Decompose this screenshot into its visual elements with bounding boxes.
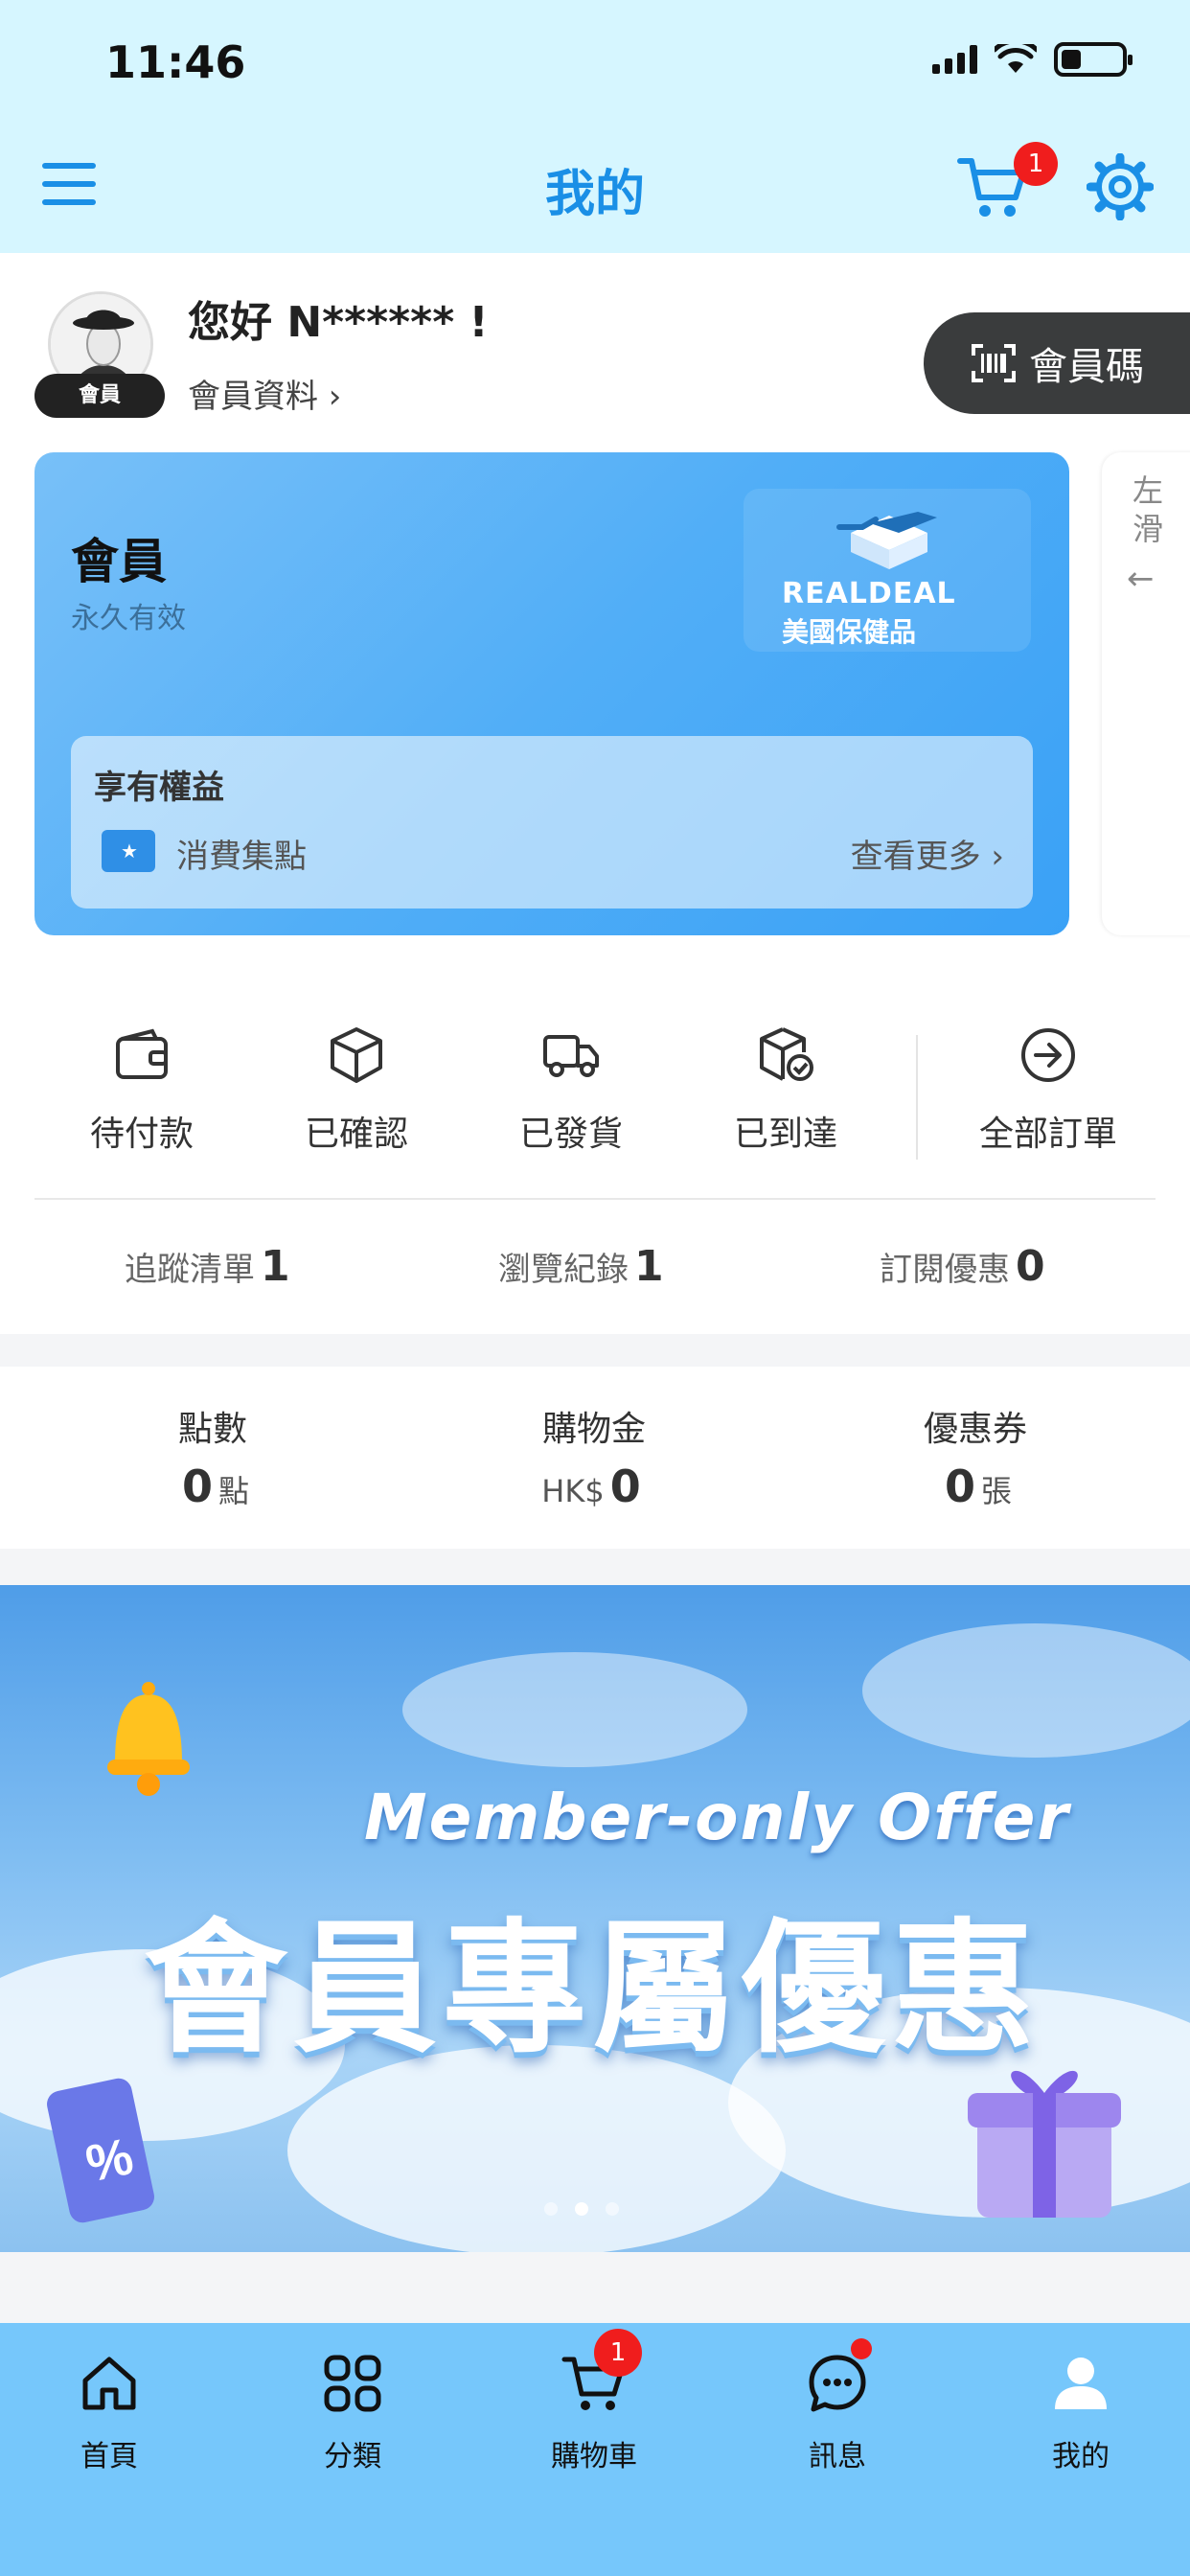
banner-title-en: Member-only Offer <box>364 1781 1070 1854</box>
benefits-title: 享有權益 <box>94 769 224 807</box>
box-icon <box>331 1027 382 1083</box>
stat-value: 1 <box>634 1242 664 1291</box>
promo-banner[interactable]: % Member-only Offer 會員專屬優惠 <box>0 1585 1190 2252</box>
airplane-box-icon <box>836 512 937 569</box>
swipe-hint: 左滑 <box>1132 472 1163 547</box>
asset-title: 購物金 <box>541 1410 646 1449</box>
member-card[interactable]: 會員 永久有效 REALDEAL 美國保健品 享有權益 ★ 消費集點 查看更多 … <box>34 452 1069 935</box>
brand-subtitle: 美國保健品 <box>782 616 917 648</box>
home-icon <box>82 2357 136 2410</box>
tab-label: 訊息 <box>809 2440 866 2473</box>
orders-section: 待付款 已確認 已發貨 已到達 全部訂單 追蹤清單 1 瀏覽紀錄 1 訂閱優惠 … <box>0 943 1190 1334</box>
message-unread-dot <box>851 2338 872 2359</box>
order-shipped[interactable]: 已發貨 <box>475 1024 667 1156</box>
brand-name: REALDEAL <box>782 577 956 610</box>
member-tag: 會員 <box>34 374 165 418</box>
stat-subscriptions[interactable]: 訂閱優惠 0 <box>880 1242 1045 1291</box>
view-more-link[interactable]: 查看更多 › <box>851 830 1004 877</box>
order-all[interactable]: 全部訂單 <box>952 1024 1144 1156</box>
status-icons <box>932 42 1133 77</box>
top-header: 11:46 我的 1 <box>0 0 1190 253</box>
order-confirmed[interactable]: 已確認 <box>261 1024 452 1156</box>
wallet-icon <box>116 1028 168 1079</box>
asset-coupons[interactable]: 優惠券 0張 <box>832 1401 1119 1512</box>
coupon-tag-icon: % <box>47 2078 154 2223</box>
tab-categories[interactable]: 分類 <box>276 2350 429 2474</box>
card-validity: 永久有效 <box>71 602 186 635</box>
box-check-icon <box>760 1027 813 1081</box>
order-label: 已發貨 <box>518 1115 623 1154</box>
divider <box>34 1198 1156 1200</box>
asset-title: 點數 <box>177 1410 247 1449</box>
asset-unit: 點 <box>218 1473 250 1509</box>
banner-pager <box>544 2202 619 2216</box>
asset-credit[interactable]: 購物金 HK$ 0 <box>450 1401 738 1512</box>
asset-value: 0 <box>944 1460 975 1512</box>
tab-label: 首頁 <box>80 2440 138 2473</box>
pager-dot-active <box>575 2202 588 2216</box>
cart-tab-badge: 1 <box>594 2329 642 2377</box>
tab-home[interactable]: 首頁 <box>33 2350 186 2474</box>
order-label: 待付款 <box>89 1115 194 1154</box>
stat-value: 0 <box>1016 1242 1045 1291</box>
benefits-panel: 享有權益 ★ 消費集點 查看更多 › <box>71 736 1033 908</box>
asset-value: 0 <box>181 1460 213 1512</box>
brand-logo: REALDEAL 美國保健品 <box>744 489 1031 652</box>
asset-points[interactable]: 點數 0點 <box>69 1401 356 1512</box>
bell-icon <box>107 1682 190 1796</box>
banner-title-zh: 會員專屬優惠 <box>144 1906 1041 2073</box>
wifi-icon <box>995 44 1037 73</box>
cloud-shape <box>402 1652 747 1767</box>
order-arrived[interactable]: 已到達 <box>690 1024 881 1156</box>
benefit-points-item: 消費集點 <box>176 838 307 876</box>
stat-history[interactable]: 瀏覽紀錄 1 <box>498 1242 664 1291</box>
arrow-left-icon: ← <box>1127 560 1155 598</box>
asset-value: 0 <box>609 1460 641 1512</box>
order-label: 全部訂單 <box>978 1115 1117 1154</box>
next-card-peek[interactable]: 左滑 ← <box>1102 452 1190 935</box>
cloud-shape <box>862 1623 1190 1758</box>
truck-icon <box>543 1035 599 1077</box>
stat-wishlist[interactable]: 追蹤清單 1 <box>125 1242 290 1291</box>
tab-label: 分類 <box>324 2440 381 2473</box>
member-code-label: 會員碼 <box>1029 345 1144 389</box>
order-label: 已到達 <box>733 1115 837 1154</box>
battery-icon <box>1054 42 1133 77</box>
arrow-circle-icon <box>1021 1028 1075 1082</box>
stat-label: 追蹤清單 <box>125 1251 255 1289</box>
tab-label: 購物車 <box>551 2440 637 2473</box>
tab-label: 我的 <box>1052 2440 1110 2473</box>
ticket-icon: ★ <box>102 830 155 872</box>
tab-cart[interactable]: 購物車 <box>517 2350 671 2474</box>
tab-messages[interactable]: 訊息 <box>761 2350 914 2474</box>
gear-icon[interactable] <box>1087 153 1154 220</box>
order-pending-payment[interactable]: 待付款 <box>46 1024 238 1156</box>
member-profile-link[interactable]: 會員資料 › <box>188 370 341 417</box>
stat-label: 瀏覽紀錄 <box>498 1251 629 1289</box>
member-code-button[interactable]: 會員碼 <box>924 312 1190 414</box>
tab-me[interactable]: 我的 <box>1004 2350 1157 2474</box>
divider <box>916 1035 918 1160</box>
chat-icon <box>809 2355 866 2412</box>
order-label: 已確認 <box>304 1115 408 1154</box>
card-title: 會員 <box>71 534 167 589</box>
greeting-text: 您好 N****** ! <box>188 298 489 347</box>
signal-icon <box>932 45 977 74</box>
pager-dot <box>606 2202 619 2216</box>
asset-unit: 張 <box>981 1473 1013 1509</box>
assets-section: 點數 0點 購物金 HK$ 0 優惠券 0張 <box>0 1367 1190 1549</box>
stat-value: 1 <box>261 1242 290 1291</box>
scan-icon <box>972 344 1016 382</box>
asset-title: 優惠券 <box>923 1410 1027 1449</box>
pager-dot <box>544 2202 558 2216</box>
user-icon <box>1055 2358 1107 2409</box>
profile-section: 會員 您好 N****** ! 會員資料 › 會員碼 會員 永久有效 REALD… <box>0 253 1190 964</box>
cart-badge: 1 <box>1014 142 1058 186</box>
grid-icon <box>324 2355 381 2412</box>
stat-label: 訂閱優惠 <box>880 1251 1010 1289</box>
status-time: 11:46 <box>105 36 246 88</box>
asset-currency: HK$ <box>541 1473 605 1509</box>
